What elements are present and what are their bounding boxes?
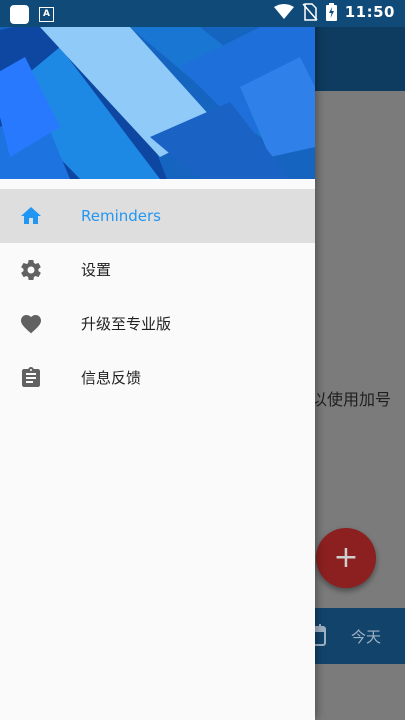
no-sim-icon — [302, 3, 318, 21]
heart-icon — [21, 315, 41, 334]
home-icon — [21, 207, 41, 224]
gear-icon — [21, 260, 41, 281]
drawer-header-image — [0, 27, 315, 179]
menu-item-upgrade-pro[interactable]: 升级至专业版 — [0, 297, 315, 351]
status-bar: A 11:50 — [0, 0, 405, 27]
menu-item-label: 信息反馈 — [81, 369, 142, 387]
drawer-menu: Reminders 设置 升级至专业版 信息反馈 — [0, 189, 315, 405]
plus-icon: + — [333, 540, 359, 575]
material-background-art — [0, 27, 315, 179]
battery-charging-icon — [325, 3, 337, 21]
app-notification-icon — [10, 5, 29, 24]
menu-item-feedback[interactable]: 信息反馈 — [0, 351, 315, 405]
menu-item-reminders[interactable]: Reminders — [0, 189, 315, 243]
today-tab[interactable]: 今天 — [351, 626, 381, 647]
menu-item-label: 设置 — [81, 261, 112, 279]
menu-item-label: Reminders — [81, 207, 161, 225]
navigation-drawer: Reminders 设置 升级至专业版 信息反馈 — [0, 0, 315, 720]
empty-hint-text: 以使用加号 — [310, 390, 391, 409]
add-button[interactable]: + — [316, 528, 376, 588]
font-notification-icon: A — [39, 7, 54, 22]
menu-item-settings[interactable]: 设置 — [0, 243, 315, 297]
clock: 11:50 — [344, 3, 395, 21]
clipboard-icon — [22, 367, 40, 387]
wifi-icon — [273, 4, 294, 19]
menu-item-label: 升级至专业版 — [81, 315, 172, 333]
